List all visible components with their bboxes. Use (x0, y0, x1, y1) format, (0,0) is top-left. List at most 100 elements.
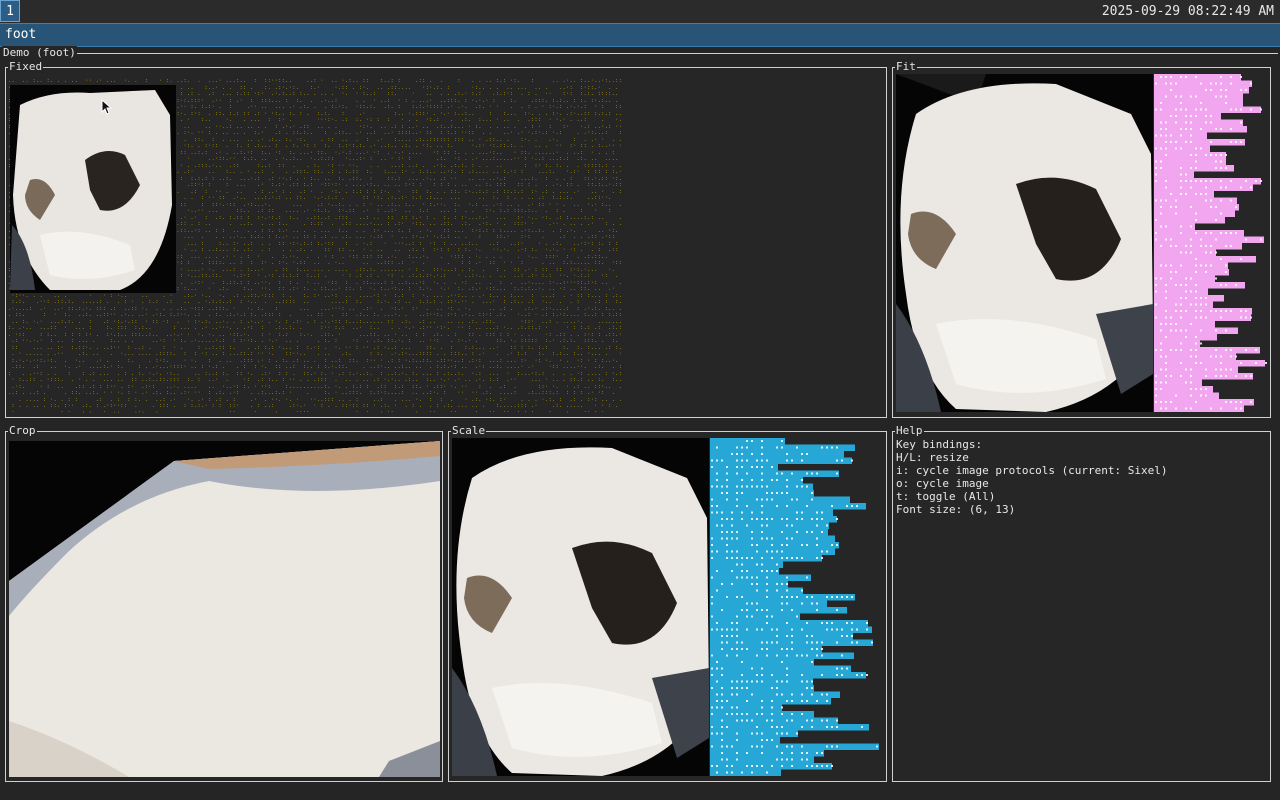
bar-dot (836, 726, 838, 728)
bar-dot (1260, 108, 1262, 111)
bar-dot (1170, 76, 1172, 78)
panel-scale-title: Scale (451, 424, 487, 437)
bar-dot (1195, 212, 1197, 215)
bar-dot (726, 550, 728, 553)
bar-dot (1210, 245, 1212, 247)
bar-dot (796, 498, 798, 501)
bar-dot (816, 609, 818, 611)
bar-dot (826, 622, 828, 624)
bar-row (710, 574, 811, 581)
bar-dot (746, 680, 748, 683)
terminal-area[interactable]: Demo (foot) Fixed .. .. :.. :. . . .. ··… (0, 46, 1280, 800)
bar-row (710, 730, 798, 737)
bar-dot (766, 570, 768, 572)
bar-dot (1240, 108, 1242, 111)
bar-dot (826, 446, 828, 449)
bar-dot (1165, 180, 1167, 182)
cat-image-crop (9, 441, 440, 777)
bar-dot (801, 674, 803, 676)
bar-dot (761, 472, 763, 475)
bar-dot (1200, 193, 1202, 195)
bar-dot (1220, 232, 1222, 234)
mouse-pointer-icon (101, 99, 113, 115)
bar-dot (736, 680, 738, 683)
bar-dot (731, 648, 733, 650)
bar-dot (761, 440, 763, 442)
bar-dot (1180, 316, 1182, 319)
bar-dot (1225, 284, 1227, 286)
bar-dot (1170, 115, 1172, 117)
panel-crop: Crop (5, 424, 443, 782)
bar-dot (736, 752, 738, 754)
bar-dot (1190, 323, 1192, 325)
bar-dot (746, 719, 748, 722)
bar-dot (796, 518, 798, 520)
bar-dot (786, 719, 788, 722)
bar-dot (811, 661, 813, 663)
bar-dot (781, 550, 783, 553)
bar-dot (1190, 225, 1192, 228)
bar-dot (716, 622, 718, 624)
bar-dot (801, 654, 803, 657)
bar-dot (1170, 193, 1172, 195)
bar-dot (1235, 206, 1237, 208)
bar-dot (1220, 407, 1222, 410)
bar-dot (746, 648, 748, 650)
bar-dot (1165, 401, 1167, 403)
bar-dot (1180, 95, 1182, 98)
bar-dot (711, 732, 713, 735)
bar-dot (1190, 206, 1192, 208)
bar-dot (761, 537, 763, 540)
bar-dot (786, 518, 788, 520)
window-titlebar[interactable]: foot (0, 23, 1280, 47)
bar-dot (1205, 121, 1207, 124)
bar-dot (761, 713, 763, 715)
bar-dot (1240, 310, 1242, 312)
bar-dot (1220, 355, 1222, 358)
workspace-button[interactable]: 1 (0, 0, 20, 22)
bar-dot (766, 459, 768, 462)
bar-dot (1220, 180, 1222, 182)
bar-dot (736, 446, 738, 449)
bar-dot (761, 609, 763, 611)
bar-dot (1155, 199, 1157, 202)
bar-dot (1185, 76, 1187, 78)
bar-dot (776, 589, 778, 592)
bar-dot (791, 641, 793, 644)
bar-dot (1230, 199, 1232, 202)
bar-dot (1200, 388, 1202, 390)
bar-dot (1165, 128, 1167, 130)
bar-dot (771, 628, 773, 631)
bar-dot (1155, 238, 1157, 241)
bar-row (1154, 243, 1242, 250)
panel-scale: Scale (448, 424, 887, 782)
bar-dot (1230, 401, 1232, 403)
bar-dot (786, 589, 788, 592)
bar-dot (806, 752, 808, 754)
bar-dot (716, 446, 718, 449)
bar-dot (1215, 160, 1217, 163)
bar-dot (731, 680, 733, 683)
bar-dot (726, 472, 728, 475)
bar-dot (1195, 284, 1197, 286)
bar-dot (721, 687, 723, 689)
bar-dot (726, 758, 728, 761)
bar-dot (1190, 128, 1192, 130)
bar-dot (831, 628, 833, 631)
bar-dot (1195, 108, 1197, 111)
bar-dot (1190, 134, 1192, 137)
bar-dot (721, 537, 723, 540)
bar-dot (1240, 186, 1242, 189)
bar-dot (781, 583, 783, 585)
bar-dot (726, 765, 728, 767)
bar-dot (1205, 368, 1207, 371)
bar-dot (776, 550, 778, 553)
bar-dot (776, 758, 778, 761)
bar-dot (726, 635, 728, 637)
bar-dot (1155, 108, 1157, 111)
bar-row (1154, 373, 1253, 380)
bar-dot (806, 700, 808, 702)
bar-dot (1180, 362, 1182, 364)
bar-dot (1170, 349, 1172, 351)
bar-dot (826, 524, 828, 527)
